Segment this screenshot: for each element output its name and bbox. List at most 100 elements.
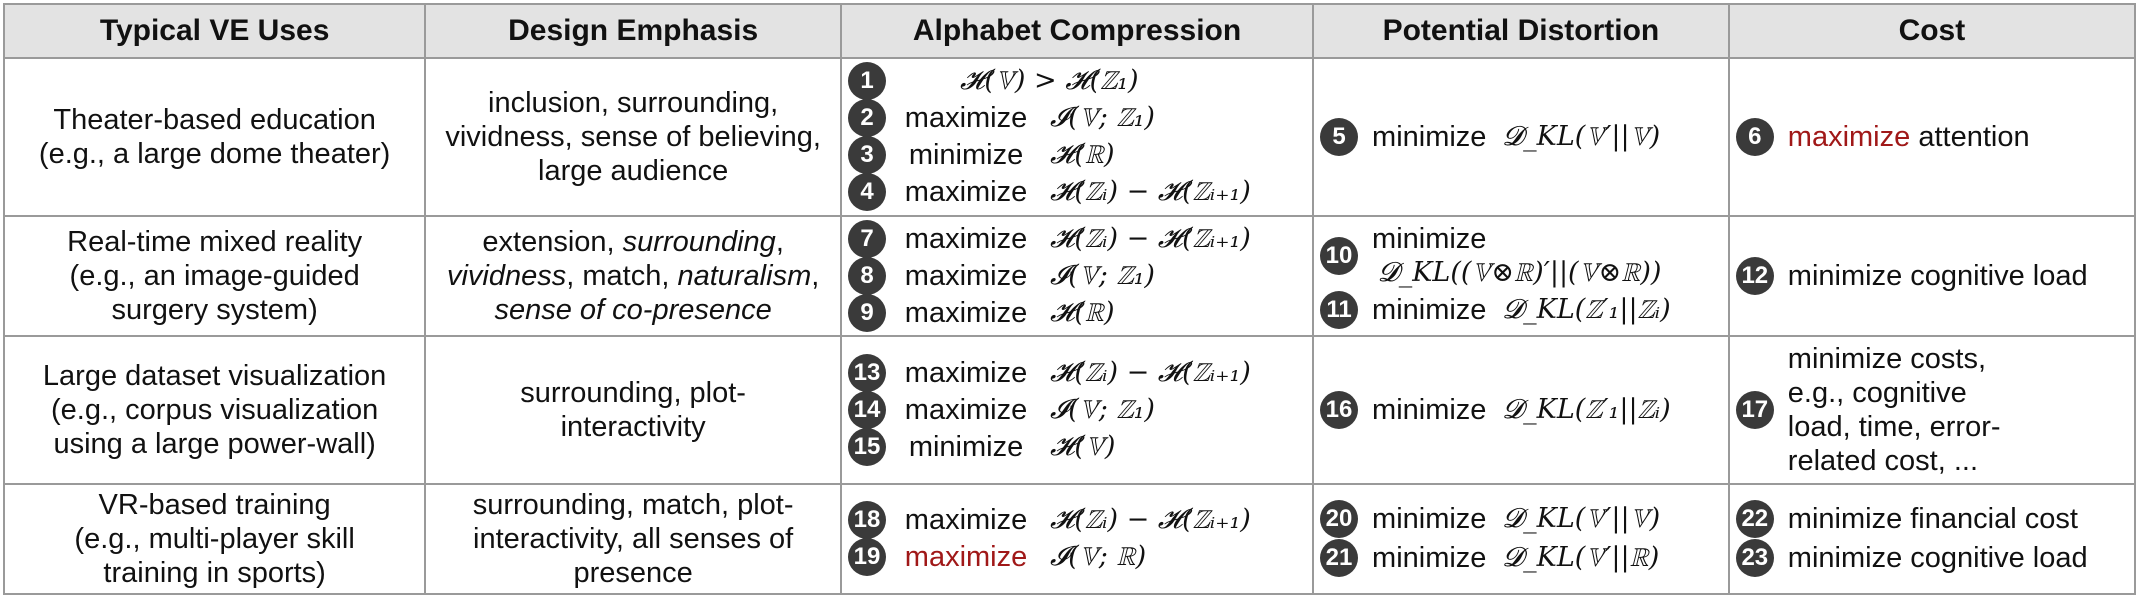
header-cost: Cost — [1727, 3, 2137, 59]
design-emphasis-line: interactivity — [560, 410, 706, 443]
typical-ve-use-cell: Large dataset visualization (e.g., corpus… — [2, 335, 427, 485]
formula-expression: 𝓓_KL(𝕍′||𝕍) — [1502, 120, 1661, 152]
formula-expression: 𝓘(𝕍; ℤ₁) — [1050, 259, 1155, 291]
formula-entry: 1 𝓗(𝕍) > 𝓗(ℤ₁) — [848, 62, 1306, 101]
design-emphasis-line: surrounding, plot- — [520, 376, 746, 409]
objective-verb: minimize — [1372, 223, 1487, 256]
formula-entry: 8 maximize 𝓘(𝕍; ℤ₁) — [848, 256, 1306, 295]
distortion-entry: 20 minimize 𝓓_KL(𝕍′||𝕍) — [1320, 500, 1722, 539]
formula-expression: 𝓘(𝕍; ℝ) — [1050, 541, 1147, 573]
distortion-entry: 10 minimize 𝓓_KL((𝕍⊗ℝ)′||(𝕍⊗ℝ)) — [1320, 222, 1722, 290]
formula-expression: 𝓗(𝕍) — [1050, 430, 1116, 462]
design-emphasis-line: large audience — [538, 154, 729, 187]
typical-ve-use-cell: Real-time mixed reality (e.g., an image-g… — [2, 214, 427, 338]
ve-use-line: (e.g., a large dome theater) — [38, 137, 391, 170]
formula-expression: 𝓗(ℤᵢ) − 𝓗(ℤᵢ₊₁) — [1050, 504, 1251, 536]
objective-verb: minimize — [908, 430, 1024, 463]
table-row: Large dataset visualization (e.g., corpus… — [2, 335, 2137, 485]
cost-cell: 12 minimize cognitive load — [1727, 214, 2137, 338]
cost-text: minimize costs, e.g., cognitive load, ti… — [1787, 342, 2001, 477]
potential-distortion-cell: 5 minimize 𝓓_KL(𝕍′||𝕍) — [1312, 57, 1730, 217]
formula-entry: 19 maximize 𝓘(𝕍; ℝ) — [848, 538, 1306, 577]
formula-expression: 𝓓_KL(𝕍′||𝕍) — [1502, 503, 1661, 535]
distortion-entry: 5 minimize 𝓓_KL(𝕍′||𝕍) — [1320, 117, 1722, 156]
ve-use-line: Theater-based education — [53, 103, 376, 136]
table-row: Real-time mixed reality (e.g., an image-g… — [2, 214, 2137, 338]
design-emphasis-line: presence — [573, 556, 693, 589]
cost-cell: 17 minimize costs, e.g., cognitive load, … — [1727, 335, 2137, 485]
cost-text: maximize attention — [1787, 120, 2030, 153]
ve-use-line: Real-time mixed reality — [67, 225, 363, 258]
alphabet-compression-cell: 7 maximize 𝓗(ℤᵢ) − 𝓗(ℤᵢ₊₁) 8 maximize 𝓘(𝕍; ℤ₁… — [840, 214, 1315, 338]
typical-ve-use-cell: Theater-based education (e.g., a large do… — [2, 57, 427, 217]
formula-expression: 𝓗(𝕍) > 𝓗(ℤ₁) — [960, 65, 1139, 97]
cost-entry: 17 minimize costs, e.g., cognitive load, … — [1735, 342, 2128, 478]
number-badge: 18 — [848, 501, 887, 540]
formula-entry: 14 maximize 𝓘(𝕍; ℤ₁) — [848, 390, 1306, 429]
ve-use-line: surgery system) — [111, 293, 318, 326]
number-badge: 2 — [848, 99, 887, 138]
formula-entry: 18 maximize 𝓗(ℤᵢ) − 𝓗(ℤᵢ₊₁) — [848, 501, 1306, 540]
distortion-entry: 21 minimize 𝓓_KL(𝕍′||ℝ) — [1320, 539, 1722, 578]
objective-verb: maximize — [904, 356, 1028, 389]
number-badge: 6 — [1735, 117, 1774, 156]
formula-entry: 13 maximize 𝓗(ℤᵢ) − 𝓗(ℤᵢ₊₁) — [848, 353, 1306, 392]
distortion-entry: 11 minimize 𝓓_KL(ℤ′₁||ℤᵢ) — [1320, 291, 1722, 330]
design-emphasis-cell: extension, surrounding, vividness, match,… — [424, 214, 843, 338]
number-badge: 4 — [848, 173, 887, 212]
number-badge: 12 — [1735, 256, 1774, 295]
number-badge: 20 — [1320, 500, 1359, 539]
ve-use-line: VR-based training — [98, 488, 331, 521]
design-emphasis-cell: surrounding, plot-interactivity — [424, 335, 843, 485]
cost-entry: 6 maximize attention — [1735, 117, 2128, 156]
number-badge: 11 — [1320, 291, 1359, 330]
ve-uses-table: Typical VE Uses Design Emphasis Alphabet… — [2, 3, 2137, 595]
design-emphasis-line: inclusion, surrounding, — [488, 86, 779, 119]
table-body: Theater-based education (e.g., a large do… — [2, 57, 2137, 595]
design-emphasis-line: vividness, sense of believing, — [445, 120, 821, 153]
formula-expression: 𝓓_KL(ℤ′₁||ℤᵢ) — [1502, 393, 1671, 425]
number-badge: 3 — [848, 136, 887, 175]
typical-ve-use-cell: VR-based training (e.g., multi-player ski… — [2, 482, 427, 595]
table-row: Theater-based education (e.g., a large do… — [2, 57, 2137, 217]
number-badge: 14 — [848, 390, 887, 429]
cost-cell: 6 maximize attention — [1727, 57, 2137, 217]
formula-expression: 𝓓_KL(𝕍′||ℝ) — [1502, 542, 1660, 574]
objective-verb: minimize — [908, 139, 1024, 172]
objective-verb: maximize — [904, 259, 1028, 292]
formula-expression: 𝓗(ℤᵢ) − 𝓗(ℤᵢ₊₁) — [1050, 176, 1251, 208]
formula-entry: 9 maximize 𝓗(ℝ) — [848, 293, 1306, 332]
header-row: Typical VE Uses Design Emphasis Alphabet… — [2, 3, 2137, 59]
formula-entry: 15 minimize 𝓗(𝕍) — [848, 427, 1306, 466]
design-emphasis-text: extension, surrounding, vividness, match,… — [446, 225, 820, 326]
ve-use-line: training in sports) — [103, 556, 326, 589]
design-emphasis-line: surrounding, match, plot- — [472, 488, 794, 521]
cost-highlight: maximize — [1787, 120, 1911, 153]
number-badge: 10 — [1320, 237, 1359, 276]
number-badge: 7 — [848, 219, 887, 258]
design-emphasis-cell: inclusion, surrounding, vividness, sense … — [424, 57, 843, 217]
objective-verb: maximize — [904, 541, 1028, 574]
number-badge: 5 — [1320, 117, 1359, 156]
distortion-entry: 16 minimize 𝓓_KL(ℤ′₁||ℤᵢ) — [1320, 390, 1722, 429]
number-badge: 17 — [1735, 390, 1774, 429]
objective-verb: maximize — [904, 102, 1028, 135]
objective-verb: maximize — [904, 296, 1028, 329]
alphabet-compression-cell: 18 maximize 𝓗(ℤᵢ) − 𝓗(ℤᵢ₊₁) 19 maximize 𝓘(𝕍; … — [840, 482, 1315, 595]
number-badge: 19 — [848, 538, 887, 577]
formula-expression: 𝓗(ℝ) — [1050, 139, 1115, 171]
header-design-emphasis: Design Emphasis — [424, 3, 843, 59]
ve-use-line: Large dataset visualization — [42, 359, 387, 392]
table-row: VR-based training (e.g., multi-player ski… — [2, 482, 2137, 595]
number-badge: 15 — [848, 427, 887, 466]
number-badge: 9 — [848, 293, 887, 332]
number-badge: 1 — [848, 62, 887, 101]
cost-entry: 12 minimize cognitive load — [1735, 256, 2128, 295]
cost-text: minimize cognitive load — [1787, 542, 2088, 575]
design-emphasis-cell: surrounding, match, plot-interactivity, … — [424, 482, 843, 595]
cost-entry: 23 minimize cognitive load — [1735, 539, 2128, 578]
objective-verb: maximize — [904, 222, 1028, 255]
objective-verb: minimize — [1372, 294, 1487, 327]
number-badge: 13 — [848, 353, 887, 392]
header-potential-distortion: Potential Distortion — [1312, 3, 1730, 59]
